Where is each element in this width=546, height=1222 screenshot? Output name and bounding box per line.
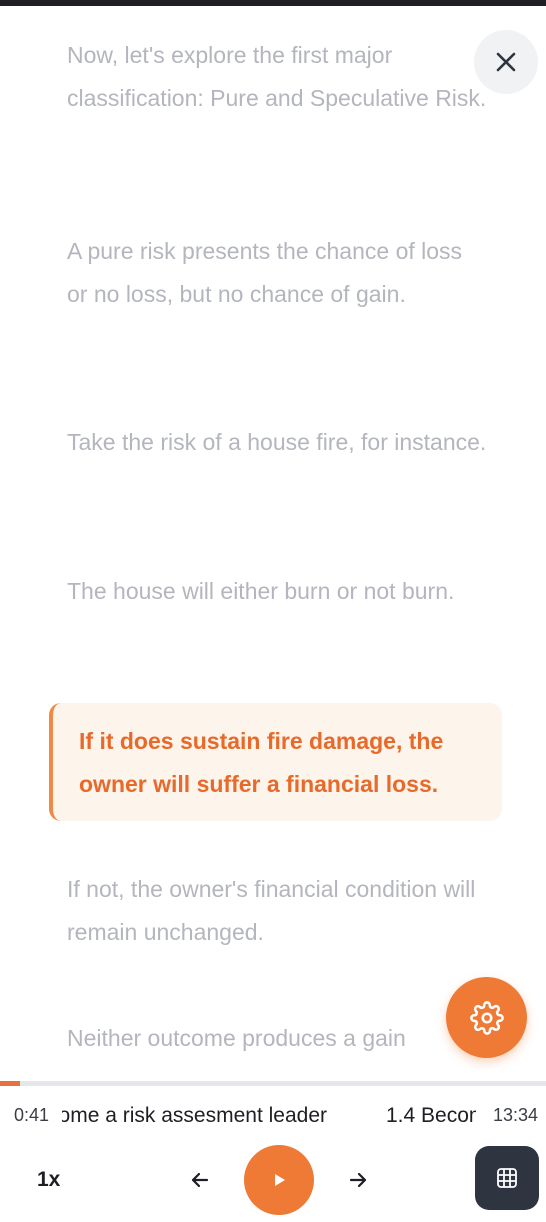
transcript-paragraph[interactable]: If not, the owner's financial condition …	[67, 868, 487, 953]
transcript-area[interactable]: Now, let's explore the first major class…	[0, 6, 546, 1082]
gear-icon	[469, 1000, 504, 1035]
grid-icon	[497, 1168, 517, 1188]
next-chapter-title[interactable]: 1.4 Become	[386, 1104, 476, 1130]
arrow-right-icon	[349, 1172, 367, 1188]
current-chapter-text: 1.3 Become a risk assesment leader	[62, 1104, 327, 1127]
next-button[interactable]	[346, 1168, 370, 1192]
playback-speed-button[interactable]: 1x	[37, 1168, 60, 1192]
play-icon	[275, 1174, 285, 1186]
transcript-paragraph[interactable]: A pure risk presents the chance of loss …	[67, 230, 487, 315]
active-transcript-paragraph[interactable]: If it does sustain fire damage, the owne…	[49, 703, 502, 821]
player-controls: 1x	[0, 1140, 546, 1222]
remaining-time: 13:34	[492, 1105, 538, 1125]
transcript-paragraph[interactable]: Now, let's explore the first major class…	[67, 34, 487, 119]
now-playing-row: 0:41 1.3 Become a risk assesment leader …	[0, 1097, 546, 1137]
settings-button[interactable]	[446, 977, 527, 1058]
play-button[interactable]	[244, 1145, 314, 1215]
chapters-grid-button[interactable]	[475, 1146, 539, 1210]
transcript-paragraph[interactable]: The house will either burn or not burn.	[67, 570, 487, 613]
close-icon	[496, 52, 516, 72]
close-button[interactable]	[474, 30, 538, 94]
previous-button[interactable]	[188, 1168, 212, 1192]
transcript-paragraph[interactable]: Take the risk of a house fire, for insta…	[67, 421, 487, 464]
playback-progress-bar[interactable]	[0, 1081, 546, 1086]
progress-fill	[0, 1081, 20, 1086]
arrow-left-icon	[191, 1172, 209, 1188]
transcript-paragraph[interactable]: Neither outcome produces a gain	[67, 1017, 487, 1060]
current-chapter-title[interactable]: 1.3 Become a risk assesment leader	[62, 1104, 327, 1130]
elapsed-time: 0:41	[14, 1105, 50, 1125]
active-paragraph-text: If it does sustain fire damage, the owne…	[79, 728, 444, 797]
